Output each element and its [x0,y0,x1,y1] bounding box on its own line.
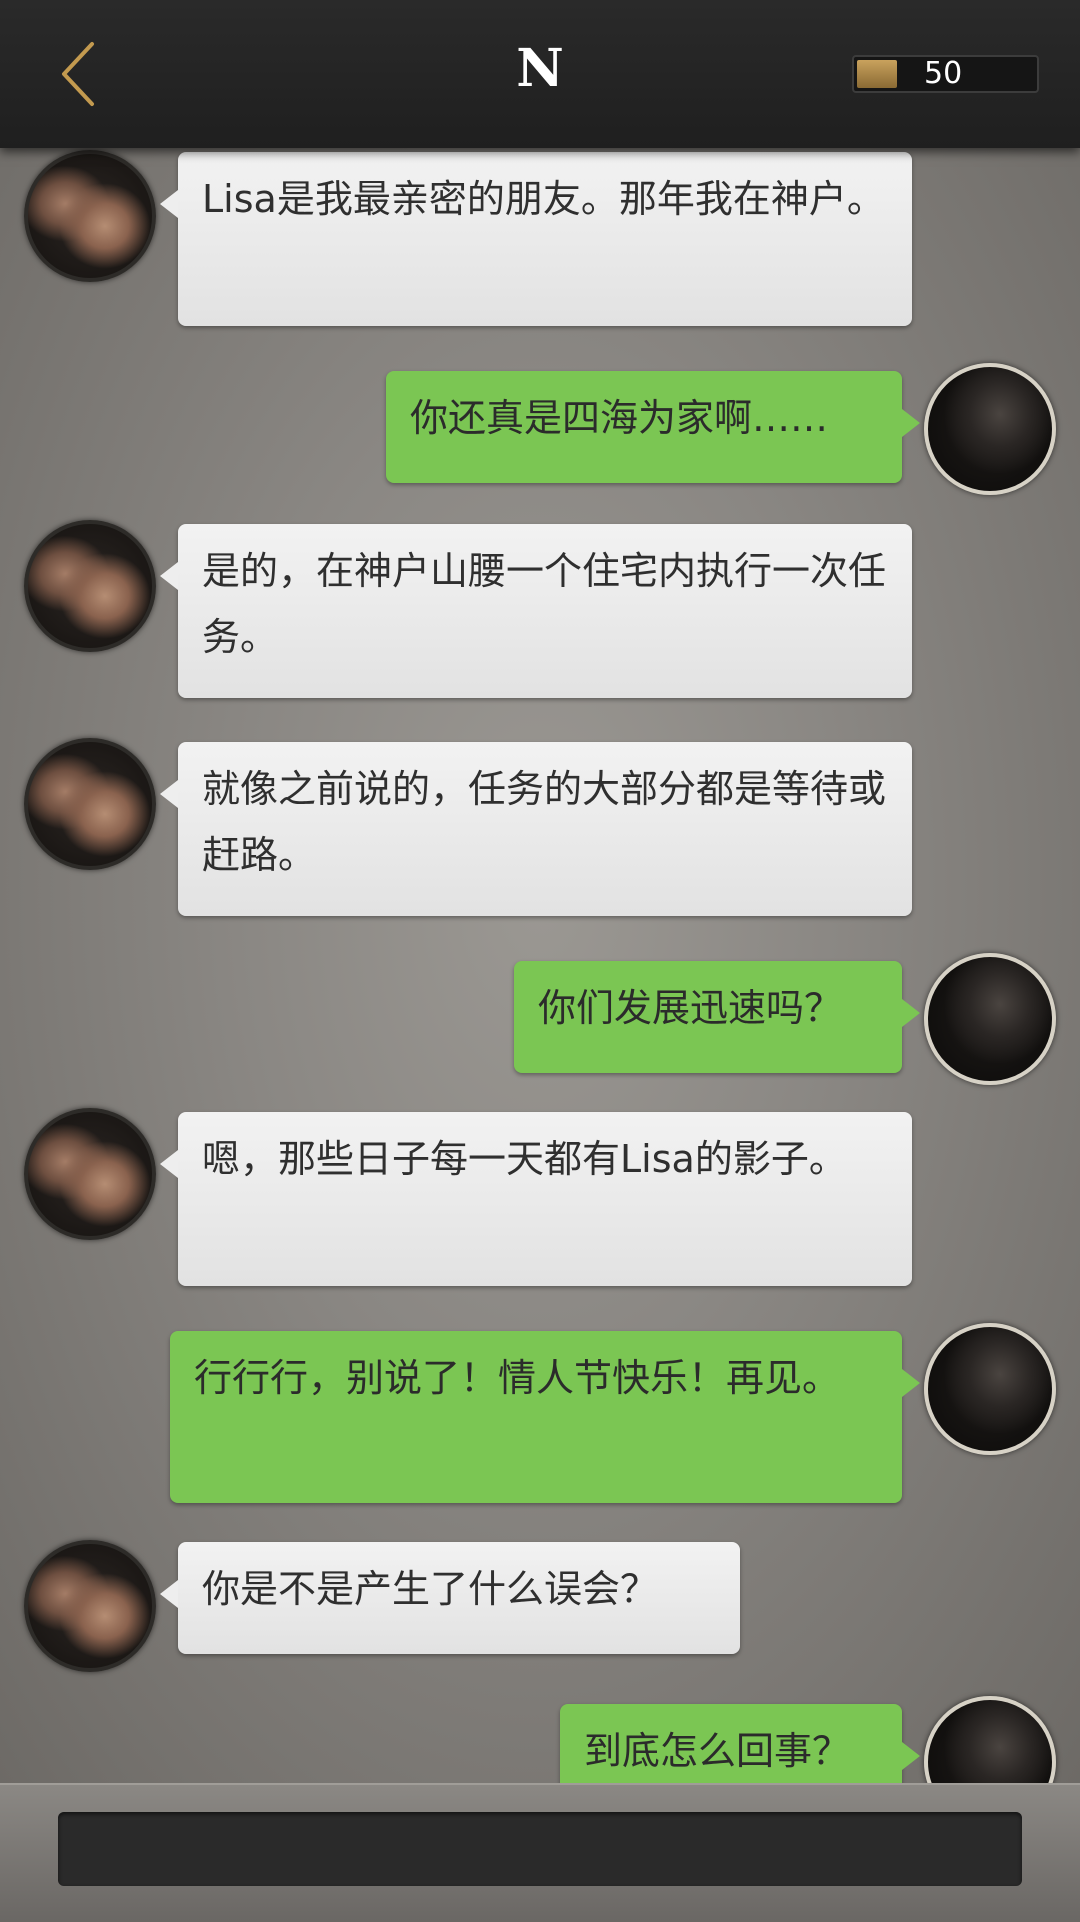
chat-area[interactable]: Lisa是我最亲密的朋友。那年我在神户。 你还真是四海为家啊…… 是的，在神户山… [0,148,1080,1783]
message-text: 就像之前说的，任务的大部分都是等待或赶路。 [202,767,887,877]
player-avatar[interactable] [924,953,1056,1085]
message-bubble: 到底怎么回事？ [560,1704,920,1783]
message-text: 你还真是四海为家啊…… [410,396,829,440]
npc-avatar[interactable] [24,150,156,282]
message-bubble: 是的，在神户山腰一个住宅内执行一次任务。 [160,524,912,698]
message-player: 你还真是四海为家啊…… [0,363,1080,503]
message-npc: Lisa是我最亲密的朋友。那年我在神户。 [0,148,1080,328]
message-player: 你们发展迅速吗？ [0,953,1080,1093]
npc-avatar[interactable] [24,1108,156,1240]
message-bubble: Lisa是我最亲密的朋友。那年我在神户。 [160,152,912,326]
npc-avatar[interactable] [24,520,156,652]
message-text: 你是不是产生了什么误会？ [202,1567,659,1611]
message-text: 嗯，那些日子每一天都有Lisa的影子。 [202,1137,847,1181]
message-text: Lisa是我最亲密的朋友。那年我在神户。 [202,177,885,221]
player-avatar[interactable] [924,1323,1056,1455]
message-text: 到底怎么回事？ [584,1729,851,1773]
message-bubble: 就像之前说的，任务的大部分都是等待或赶路。 [160,742,912,916]
message-bubble: 行行行，别说了！情人节快乐！再见。 [170,1331,920,1503]
message-bubble: 你是不是产生了什么误会？ [160,1542,740,1654]
top-bar: N 50 [0,0,1080,148]
message-text: 行行行，别说了！情人节快乐！再见。 [194,1356,841,1400]
reply-input[interactable] [58,1812,1022,1886]
message-npc: 嗯，那些日子每一天都有Lisa的影子。 [0,1106,1080,1286]
message-bubble: 你们发展迅速吗？ [514,961,920,1073]
npc-avatar[interactable] [24,1540,156,1672]
message-text: 是的，在神户山腰一个住宅内执行一次任务。 [202,549,887,659]
coin-icon [857,60,897,88]
coin-counter: 50 [852,55,1039,93]
bottom-bar [0,1783,1080,1922]
message-npc: 你是不是产生了什么误会？ [0,1540,1080,1672]
message-bubble: 你还真是四海为家啊…… [386,371,920,483]
coin-count: 50 [924,56,963,91]
player-avatar[interactable] [924,1696,1056,1783]
npc-avatar[interactable] [24,738,156,870]
player-avatar[interactable] [924,363,1056,495]
message-player: 到底怎么回事？ [0,1696,1080,1783]
message-player: 行行行，别说了！情人节快乐！再见。 [0,1323,1080,1503]
message-text: 你们发展迅速吗？ [538,986,843,1030]
message-bubble: 嗯，那些日子每一天都有Lisa的影子。 [160,1112,912,1286]
message-npc: 就像之前说的，任务的大部分都是等待或赶路。 [0,736,1080,916]
message-npc: 是的，在神户山腰一个住宅内执行一次任务。 [0,518,1080,698]
